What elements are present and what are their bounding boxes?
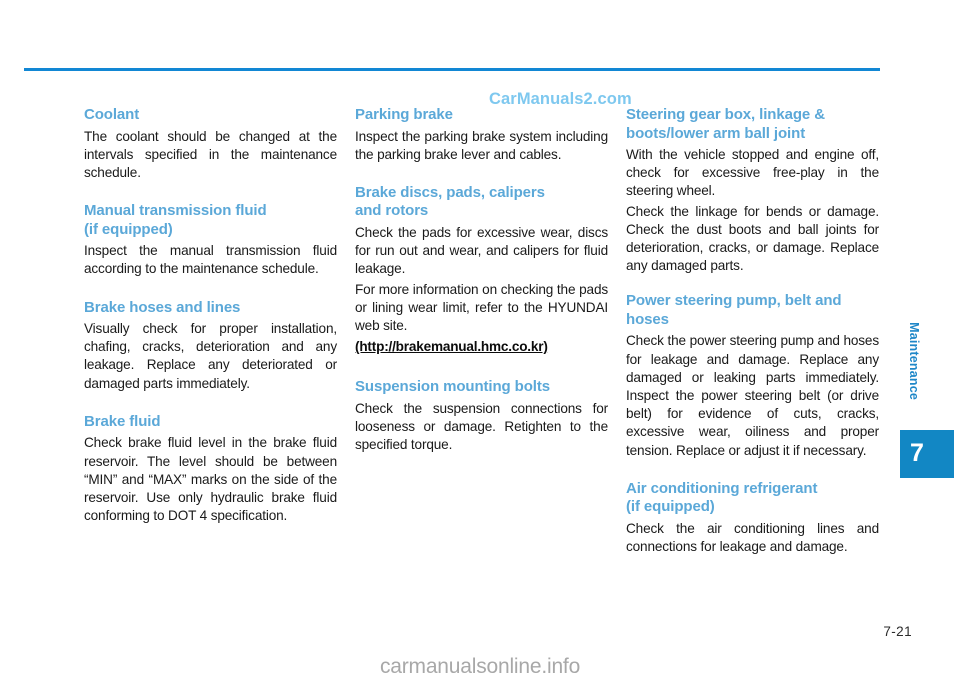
section-heading: Coolant <box>84 106 140 123</box>
section-paragraph: Inspect the parking brake system includi… <box>355 128 608 162</box>
chapter-number-box: 7 <box>900 430 954 478</box>
column-right: Steering gear box, linkage & boots/lower… <box>626 106 879 556</box>
section-heading-line-2: hoses <box>626 310 669 328</box>
section-heading-line-1: Steering gear box, linkage & <box>626 106 825 123</box>
page-number: 7-21 <box>883 624 912 639</box>
section-heading-line-1: Brake discs, pads, calipers <box>355 183 545 201</box>
section-power-steering-pump: Power steering pump, belt and hoses Chec… <box>626 292 879 459</box>
section-paragraph: With the vehicle stopped and engine off,… <box>626 147 879 199</box>
section-coolant: Coolant The coolant should be changed at… <box>84 106 337 182</box>
section-paragraph: Check the power steering pump and hoses … <box>626 333 879 458</box>
section-heading: Brake discs, pads, calipers and rotors <box>355 184 608 221</box>
section-heading-line-2: boots/lower arm ball joint <box>626 124 806 142</box>
section-heading-line-2: (if equipped) <box>84 220 173 238</box>
section-paragraph: Check the linkage for bends or damage. C… <box>626 203 879 274</box>
chapter-number: 7 <box>910 439 924 467</box>
section-heading-line-1: Air conditioning refrigerant <box>626 479 818 497</box>
section-heading: Steering gear box, linkage & boots/lower… <box>626 106 879 143</box>
section-air-conditioning-refrigerant: Air conditioning refrigerant (if equippe… <box>626 480 879 556</box>
page-columns: Coolant The coolant should be changed at… <box>84 106 880 556</box>
section-paragraph: Check brake fluid level in the brake flu… <box>84 435 337 524</box>
section-suspension-mounting-bolts: Suspension mounting bolts Check the susp… <box>355 378 608 454</box>
chapter-side-tab-label: Maintenance <box>907 322 921 400</box>
section-paragraph: The coolant should be changed at the int… <box>84 128 337 180</box>
watermark-bottom: carmanualsonline.info <box>379 655 581 678</box>
header-rule <box>24 68 880 71</box>
brakemanual-url-link[interactable]: (http://brakemanual.hmc.co.kr) <box>355 338 608 356</box>
section-heading: Power steering pump, belt and hoses <box>626 292 879 329</box>
section-heading-line-2: (if equipped) <box>626 498 715 516</box>
section-manual-transmission-fluid: Manual transmission fluid (if equipped) … <box>84 202 337 278</box>
section-brake-discs-pads-calipers-and-rotors: Brake discs, pads, calipers and rotors C… <box>355 184 608 356</box>
section-heading: Air conditioning refrigerant (if equippe… <box>626 480 879 517</box>
section-heading: Brake fluid <box>84 412 161 430</box>
section-paragraph: Check the air conditioning lines and con… <box>626 520 879 555</box>
section-parking-brake: Parking brake Inspect the parking brake … <box>355 106 608 164</box>
section-paragraph: Check the suspension connections for loo… <box>355 400 608 453</box>
section-heading-line-1: Power steering pump, belt and <box>626 292 842 310</box>
section-heading-line-2: and rotors <box>355 202 429 220</box>
section-heading: Parking brake <box>355 106 453 123</box>
section-brake-hoses-and-lines: Brake hoses and lines Visually check for… <box>84 299 337 393</box>
section-brake-fluid: Brake fluid Check brake fluid level in t… <box>84 413 337 526</box>
section-heading: Suspension mounting bolts <box>355 378 550 396</box>
column-left: Coolant The coolant should be changed at… <box>84 106 337 556</box>
section-heading-line-1: Manual transmission fluid <box>84 202 267 220</box>
section-paragraph: Check the pads for excessive wear, discs… <box>355 224 608 277</box>
section-heading: Manual transmission fluid (if equipped) <box>84 202 337 239</box>
section-paragraph: Visually check for proper installation, … <box>84 321 337 391</box>
section-steering-gear-box: Steering gear box, linkage & boots/lower… <box>626 106 879 275</box>
section-heading: Brake hoses and lines <box>84 298 241 316</box>
column-middle: Parking brake Inspect the parking brake … <box>355 106 608 556</box>
section-paragraph: Inspect the manual transmission fluid ac… <box>84 243 337 277</box>
section-paragraph: For more information on checking the pad… <box>355 281 608 333</box>
